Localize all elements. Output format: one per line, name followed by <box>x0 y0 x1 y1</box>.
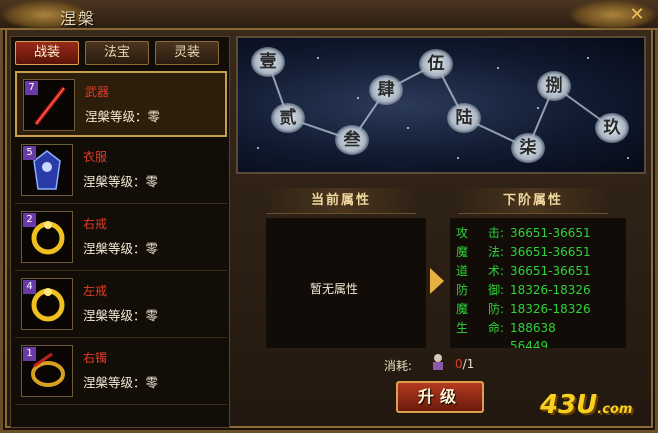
title-bar: 涅槃 ✕ <box>0 0 658 30</box>
equipment-panel: 战装 法宝 灵装 7 武器 涅槃等级：零 5 衣服 涅槃等级：零 2 右戒 涅槃… <box>10 36 230 428</box>
attr-value: 18326-18326 <box>510 302 591 316</box>
attr-key: 命: <box>488 321 505 335</box>
list-item-armor[interactable]: 5 衣服 涅槃等级：零 <box>15 138 227 204</box>
tab-bar: 战装 法宝 灵装 <box>15 41 219 65</box>
attr-value: 36651-36651 <box>510 245 591 259</box>
bracelet-icon: 1 <box>21 345 73 397</box>
attr-row: 魔 防: 18326-18326 <box>456 300 591 318</box>
attr-key: 法: <box>488 245 505 259</box>
attribute-section: 当前属性 下阶属性 暂无属性 攻 击: 36651-36651 魔 法: 36651-3… <box>236 188 646 348</box>
attr-key: 御: <box>488 283 505 297</box>
cost-have: 0 <box>455 357 463 371</box>
cost-need: /1 <box>462 357 475 371</box>
star-node-4: 肆 <box>369 75 403 105</box>
item-name: 左戒 <box>83 284 108 298</box>
attr-key: 魔 <box>456 302 469 316</box>
item-level-badge: 1 <box>23 347 36 361</box>
arrow-right-icon <box>430 268 444 294</box>
star-node-9: 玖 <box>595 113 629 143</box>
window-title: 涅槃 <box>60 9 97 28</box>
attr-value: 36651-36651 <box>510 264 591 278</box>
item-nirvana-level: 涅槃等级：零 <box>85 109 161 124</box>
attr-value: 56449 <box>510 339 549 348</box>
attr-row: 攻 击: 36651-36651 <box>456 224 591 242</box>
attr-key: 魔 <box>456 245 469 259</box>
current-attr-panel: 暂无属性 <box>266 218 426 348</box>
next-attr-panel: 攻 击: 36651-36651 魔 法: 36651-36651 道 术: 36651-3… <box>450 218 626 348</box>
list-item-right-ring[interactable]: 2 右戒 涅槃等级：零 <box>15 205 227 271</box>
star-node-2: 贰 <box>271 103 305 133</box>
attr-key: 防 <box>456 283 469 297</box>
attr-row: 生 命: 188638 <box>456 319 556 337</box>
close-icon[interactable]: ✕ <box>626 4 648 26</box>
attr-row: 防 御: 18326-18326 <box>456 281 591 299</box>
tab-lingzhuang[interactable]: 灵装 <box>155 41 219 65</box>
attr-value: 18326-18326 <box>510 283 591 297</box>
item-name: 武器 <box>85 85 110 99</box>
item-nirvana-level: 涅槃等级：零 <box>83 174 159 189</box>
attr-value: 36651-36651 <box>510 226 591 240</box>
attr-value: 188638 <box>510 321 556 335</box>
list-item-right-bracelet[interactable]: 1 右镯 涅槃等级：零 <box>15 339 227 405</box>
cost-label: 消耗: <box>384 359 413 373</box>
item-nirvana-level: 涅槃等级：零 <box>83 241 159 256</box>
item-level-badge: 2 <box>23 213 36 227</box>
attr-row: 魔 法: 36651-36651 <box>456 243 591 261</box>
weapon-icon: 7 <box>23 79 75 131</box>
item-level-badge: 5 <box>23 146 36 160</box>
ring-icon: 2 <box>21 211 73 263</box>
item-name: 右戒 <box>83 217 108 231</box>
list-item-left-ring[interactable]: 4 左戒 涅槃等级：零 <box>15 272 227 338</box>
armor-icon: 5 <box>21 144 73 196</box>
cost-value: 0/1 <box>455 357 474 371</box>
star-node-5: 伍 <box>419 49 453 79</box>
star-node-8: 捌 <box>537 71 571 101</box>
attr-row: 道 术: 36651-36651 <box>456 262 591 280</box>
logo-suffix: .com <box>597 402 633 417</box>
attr-key: 道 <box>456 264 469 278</box>
tab-zhanzhuang[interactable]: 战装 <box>15 41 79 65</box>
item-level-badge: 7 <box>25 81 38 95</box>
logo-main: 43U <box>540 390 598 420</box>
attr-row: 56449 <box>456 339 548 348</box>
next-attr-title: 下阶属性 <box>458 188 608 214</box>
attr-key: 生 <box>456 321 469 335</box>
list-item-weapon[interactable]: 7 武器 涅槃等级：零 <box>15 71 227 137</box>
attr-key: 攻 <box>456 226 469 240</box>
item-nirvana-level: 涅槃等级：零 <box>83 308 159 323</box>
current-attr-title: 当前属性 <box>266 188 416 214</box>
attr-key: 术: <box>488 264 505 278</box>
star-node-7: 柒 <box>511 133 545 163</box>
attr-key: 击: <box>488 226 505 240</box>
equipment-list: 7 武器 涅槃等级：零 5 衣服 涅槃等级：零 2 右戒 涅槃等级：零 4 左戒… <box>15 71 227 406</box>
item-level-badge: 4 <box>23 280 36 294</box>
tab-fabao[interactable]: 法宝 <box>85 41 149 65</box>
item-name: 衣服 <box>83 150 108 164</box>
site-logo: 43U.com <box>540 390 632 420</box>
attr-key: 防: <box>488 302 505 316</box>
star-node-6: 陆 <box>447 103 481 133</box>
star-node-3: 叁 <box>335 125 369 155</box>
no-attr-text: 暂无属性 <box>310 282 359 296</box>
star-node-1: 壹 <box>251 47 285 77</box>
upgrade-button[interactable]: 升级 <box>396 381 484 413</box>
item-nirvana-level: 涅槃等级：零 <box>83 375 159 390</box>
constellation-panel: 壹 贰 叁 肆 伍 陆 柒 捌 玖 <box>236 36 646 174</box>
material-icon <box>428 352 448 372</box>
ring-icon: 4 <box>21 278 73 330</box>
item-name: 右镯 <box>83 351 108 365</box>
